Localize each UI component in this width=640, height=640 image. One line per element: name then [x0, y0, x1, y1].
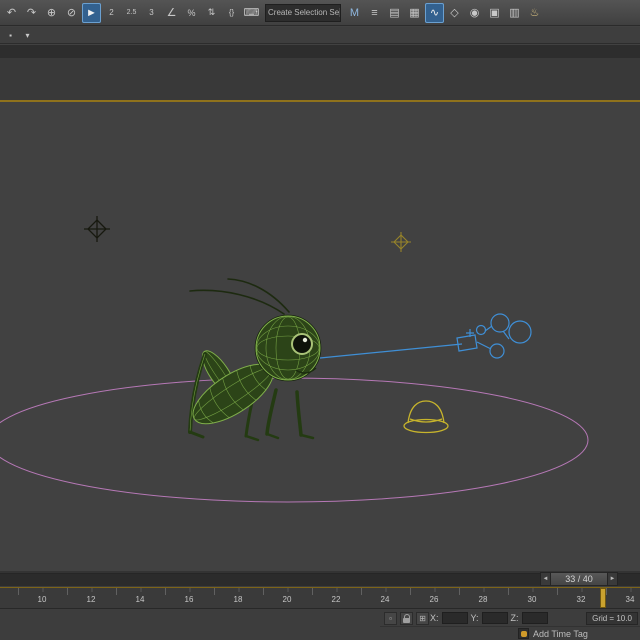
frame-number: 10 — [37, 595, 47, 604]
frame-number: 26 — [429, 595, 439, 604]
selection-set-value: Create Selection Se — [268, 8, 340, 17]
y-coordinate-field[interactable] — [481, 612, 508, 624]
x-label: X: — [430, 613, 439, 623]
add-time-tag[interactable]: Add Time Tag — [518, 628, 588, 639]
tag-dot-icon — [520, 630, 527, 637]
frame-number: 16 — [184, 595, 194, 604]
status-row-divider — [380, 626, 640, 627]
previous-frame-button[interactable]: ◄ — [540, 572, 551, 586]
named-selection-sets-icon[interactable]: {} — [222, 3, 241, 23]
y-label: Y: — [470, 613, 479, 623]
grasshopper-model[interactable] — [184, 278, 322, 442]
angle-snap-icon[interactable]: ∠ — [162, 3, 181, 23]
frame-number: 30 — [527, 595, 537, 604]
perspective-viewport[interactable] — [0, 100, 640, 571]
frame-number: 34 — [625, 595, 635, 604]
snap-2d-icon[interactable]: 2 — [102, 3, 121, 23]
frame-number: 24 — [380, 595, 390, 604]
frame-number: 28 — [478, 595, 488, 604]
bone-rig[interactable] — [319, 313, 532, 359]
dark-divider-strip — [0, 45, 640, 58]
selection-set-dropdown[interactable]: Create Selection Se ▾ — [265, 3, 341, 22]
time-tag-icon — [518, 628, 529, 639]
mini-toolbar-icon[interactable]: ▪ — [3, 29, 18, 42]
spinner-snap-icon[interactable]: ⇅ — [202, 3, 221, 23]
unlink-selection-icon[interactable]: ⊘ — [62, 3, 81, 23]
absolute-mode-icon[interactable]: ⊞ — [416, 612, 429, 625]
current-frame-display[interactable]: 33 / 40 — [551, 572, 607, 586]
main-toolbar: ↶↷⊕⊘►22.53∠%⇅{}⌨ Create Selection Se ▾ M… — [0, 0, 640, 26]
selection-lock-button[interactable] — [400, 612, 413, 625]
add-time-tag-label: Add Time Tag — [533, 628, 588, 639]
toolbar-icons-right: M ≡ ▤ ▦ ∿ ◇ ◉ ▣ ▥ ♨ — [345, 2, 544, 23]
next-frame-button[interactable]: ► — [607, 572, 618, 586]
prompt-icon[interactable]: ▫ — [384, 612, 397, 625]
select-link-icon[interactable]: ⊕ — [42, 3, 61, 23]
track-bar[interactable]: 10 12 14 16 18 20 22 24 26 28 30 32 34 — [0, 587, 640, 608]
toolbar2-icons: ▪ ▾ — [3, 29, 35, 42]
secondary-toolbar: ▪ ▾ — [0, 27, 640, 44]
frame-number: 12 — [86, 595, 96, 604]
graphite-modeling-icon[interactable]: ▦ — [405, 3, 424, 23]
frame-number: 14 — [135, 595, 145, 604]
z-coordinate-field[interactable] — [521, 612, 548, 624]
schematic-view-icon[interactable]: ◇ — [445, 3, 464, 23]
mini-dropdown-icon[interactable]: ▾ — [20, 29, 35, 42]
render-production-icon[interactable]: ♨ — [525, 3, 544, 23]
render-setup-icon[interactable]: ▣ — [485, 3, 504, 23]
point-helper-yellow-icon[interactable] — [391, 232, 411, 252]
redo-icon[interactable]: ↷ — [22, 3, 41, 23]
grasshopper-eye — [291, 333, 313, 355]
z-label: Z: — [510, 613, 519, 623]
point-helper-dark-icon[interactable] — [84, 216, 110, 242]
frame-number: 20 — [282, 595, 292, 604]
align-icon[interactable]: ≡ — [365, 3, 384, 23]
upper-viewport-strip — [0, 58, 640, 100]
mirror-icon[interactable]: M — [345, 3, 364, 23]
circle-spline[interactable] — [0, 377, 589, 503]
coordinate-display: X: Y: Z: — [430, 612, 548, 624]
current-frame-marker[interactable] — [600, 588, 606, 608]
grid-size-display: Grid = 10.0 — [586, 612, 638, 625]
curve-editor-icon[interactable]: ∿ — [425, 2, 444, 23]
hat-object[interactable] — [403, 400, 449, 434]
undo-icon[interactable]: ↶ — [2, 3, 21, 23]
toolbar-icons-left: ↶ ↷ ⊕ ⊘ ► 2 2.5 3 ∠% ⇅{} ⌨ — [2, 2, 261, 23]
snap-3d-icon[interactable]: 3 — [142, 3, 161, 23]
snap-25d-icon[interactable]: 2.5 — [122, 3, 141, 23]
rendered-frame-icon[interactable]: ▥ — [505, 3, 524, 23]
time-slider-handle[interactable]: ◄ 33 / 40 ► — [540, 572, 618, 586]
status-icons: ▫ ⊞ — [384, 612, 429, 625]
frame-number: 18 — [233, 595, 243, 604]
lock-icon — [403, 613, 410, 623]
status-bar: ▫ ⊞ X: Y: Z: Grid = 10.0 Add Time Tag — [0, 608, 640, 640]
material-editor-icon[interactable]: ◉ — [465, 3, 484, 23]
x-coordinate-field[interactable] — [441, 612, 468, 624]
viewport-canvas — [0, 216, 589, 503]
percent-snap-icon[interactable]: % — [182, 3, 201, 23]
keyboard-override-icon[interactable]: ⌨ — [242, 3, 261, 23]
chevron-down-icon[interactable]: ▾ — [339, 8, 340, 17]
select-object-icon[interactable]: ► — [82, 2, 101, 23]
time-slider-row: ◄ 33 / 40 ► — [0, 571, 640, 587]
trackbar-ruler: 10 12 14 16 18 20 22 24 26 28 30 32 34 — [0, 588, 640, 608]
frame-number: 22 — [331, 595, 341, 604]
layer-manager-icon[interactable]: ▤ — [385, 3, 404, 23]
frame-number: 32 — [576, 595, 586, 604]
